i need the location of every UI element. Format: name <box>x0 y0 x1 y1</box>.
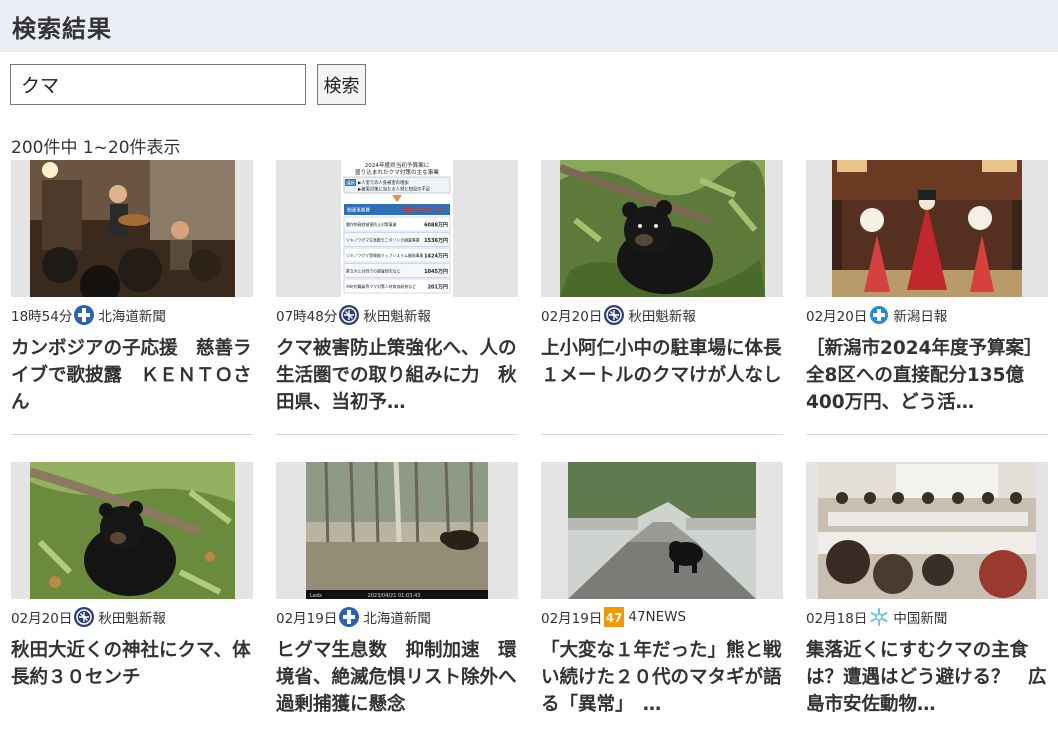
article-title[interactable]: 「大変な１年だった」熊と戦い続けた２０代のマタギが語る「異常」 … <box>541 637 783 718</box>
hokkaido-shimbun-logo-icon <box>74 305 95 325</box>
article-thumbnail[interactable] <box>11 462 253 599</box>
infographic-row-label: 農作物鳥獣被害防止対策事業 <box>346 222 397 227</box>
article-title[interactable]: 集落近くにすむクマの主食は？遭遇はどう避ける？ 広島市安佐動物… <box>806 637 1048 718</box>
article-title[interactable]: 秋田大近くの神社にクマ、体長約３０センチ <box>11 637 253 718</box>
page-header: 検索結果 <box>0 0 1058 52</box>
article-title[interactable]: 上小阿仁小中の駐車場に体長１メートルのクマけが人なし <box>541 335 783 416</box>
article-source: 新潟日報 <box>893 309 948 325</box>
akita-sakigake-logo-icon <box>339 305 360 325</box>
article-thumbnail[interactable] <box>806 462 1048 599</box>
article-source: 秋田魁新報 <box>363 309 431 325</box>
trailcam-stamp-left: Ledx <box>310 593 322 599</box>
article-time: 02月18日 <box>806 611 868 627</box>
niigata-nippo-logo-icon <box>869 305 890 325</box>
chugoku-shimbun-logo-icon <box>869 607 889 627</box>
akita-sakigake-logo-icon <box>74 607 95 627</box>
article-meta: 18時54分 北海道新聞 <box>11 305 253 325</box>
47news-logo-text: 47 <box>606 611 623 625</box>
card-divider <box>806 434 1048 435</box>
article-title[interactable]: ［新潟市2024年度予算案］全8区への直接配分135億400万円、どう活… <box>806 335 1048 416</box>
infographic-total-label: 関連事業費 <box>347 207 370 214</box>
47news-logo-icon: 47 <box>604 607 625 627</box>
page-title: 検索結果 <box>12 14 112 43</box>
article-source: 北海道新聞 <box>98 309 166 325</box>
article-title[interactable]: クマ被害防止策強化へ、人の生活圏での取り組みに力 秋田県、当初予… <box>276 335 518 416</box>
article-source: 中国新聞 <box>893 611 948 627</box>
infographic-row-label: 市町村職員等クマ対策人材育成研修など <box>346 284 416 289</box>
bear-on-road-photo <box>568 462 756 599</box>
result-card[interactable]: 02月19日 47 47NEWS 「大変な１年だった」熊と戦い続けた２０代のマタ… <box>541 462 783 718</box>
infographic-total-value: 2億1994万円 <box>401 206 441 214</box>
article-thumbnail[interactable] <box>806 160 1048 297</box>
article-time: 07時48分 <box>276 309 338 325</box>
budget-infographic: 2024年度県当初予算案に 盛り込まれたクマ対策の主な事業 課題 ▶人里での人身… <box>341 160 453 297</box>
search-input[interactable] <box>10 64 306 105</box>
card-divider <box>276 434 518 435</box>
result-card[interactable]: 18時54分 北海道新聞 カンボジアの子応援 慈善ライブで歌披露 ＫＥＮＴＯさん <box>11 160 253 435</box>
article-time: 02月19日 <box>541 611 603 627</box>
card-divider <box>11 434 253 435</box>
infographic-heading-1: 2024年度県当初予算案に <box>365 161 430 169</box>
article-time: 02月20日 <box>11 611 73 627</box>
infographic-row-value: 1045万円 <box>424 268 448 275</box>
infographic-issue-2: ▶被害対策に当たる人材と知見の不足 <box>358 186 431 193</box>
result-card[interactable]: 02月18日 中国新聞 集落近くにすむクマの主食は？遭遇はどう避ける？ 広島市安… <box>806 462 1048 718</box>
infographic-rows: 農作物鳥獣被害防止対策事業 6088万円ツキノワグマ生息数モニタリング調査事業 15… <box>343 216 451 294</box>
result-card[interactable]: 02月20日 秋田魁新報 上小阿仁小中の駐車場に体長１メートルのクマけが人なし <box>541 160 783 435</box>
bear-cub-photo <box>29 462 235 599</box>
trailcam-stamp-time: 2023/04/21 01:03:43 <box>368 593 421 599</box>
article-time: 18時54分 <box>11 309 73 325</box>
article-thumbnail[interactable] <box>541 462 783 599</box>
result-count: 200件中 1~20件表示 <box>11 138 181 158</box>
article-time: 02月19日 <box>276 611 338 627</box>
article-title[interactable]: ヒグマ生息数 抑制加速 環境省、絶滅危惧リスト除外へ 過剰捕獲に懸念 <box>276 637 518 718</box>
article-source: 北海道新聞 <box>363 611 431 627</box>
article-thumbnail[interactable] <box>11 160 253 297</box>
meeting-room-photo <box>818 462 1036 599</box>
infographic-tag: 課題 <box>346 180 355 187</box>
article-time: 02月20日 <box>806 309 868 325</box>
infographic-heading-2: 盛り込まれたクマ対策の主な事業 <box>355 168 439 176</box>
search-button[interactable]: 検索 <box>317 64 366 105</box>
hokkaido-shimbun-logo-icon <box>339 607 360 627</box>
article-meta: 02月20日 新潟日報 <box>806 305 1048 325</box>
search-bar: 検索 <box>10 64 366 105</box>
infographic-issue-1: ▶人里での人身被害の増加 <box>358 179 409 186</box>
article-thumbnail[interactable]: 2024年度県当初予算案に 盛り込まれたクマ対策の主な事業 課題 ▶人里での人身… <box>276 160 518 297</box>
article-meta: 02月19日 47 47NEWS <box>541 607 783 627</box>
trail-camera-photo: Ledx 2023/04/21 01:03:43 <box>306 462 488 599</box>
article-time: 02月20日 <box>541 309 603 325</box>
akita-sakigake-logo-icon <box>604 305 625 325</box>
infographic-row-value: 1424万円 <box>424 253 448 260</box>
article-meta: 07時48分 秋田魁新報 <box>276 305 518 325</box>
article-source: 47NEWS <box>628 609 687 625</box>
infographic-row-label: 県立大と共同での調査研究など <box>346 269 401 274</box>
article-source: 秋田魁新報 <box>628 309 696 325</box>
result-card[interactable]: 2024年度県当初予算案に 盛り込まれたクマ対策の主な事業 課題 ▶人里での人身… <box>276 160 518 435</box>
infographic-row-value: 201万円 <box>428 284 448 291</box>
card-divider <box>541 434 783 435</box>
kabuki-stage-photo <box>832 160 1022 297</box>
article-title[interactable]: カンボジアの子応援 慈善ライブで歌披露 ＫＥＮＴＯさん <box>11 335 253 416</box>
article-meta: 02月18日 中国新聞 <box>806 607 1048 627</box>
infographic-row-label: ツキノワグマ等情報マップシステム開発事業 <box>346 253 424 258</box>
infographic-row-value: 6088万円 <box>424 222 448 229</box>
article-meta: 02月19日 北海道新聞 <box>276 607 518 627</box>
result-card[interactable]: 02月20日 新潟日報 ［新潟市2024年度予算案］全8区への直接配分135億4… <box>806 160 1048 435</box>
article-meta: 02月20日 秋田魁新報 <box>541 305 783 325</box>
result-card[interactable]: 02月20日 秋田魁新報 秋田大近くの神社にクマ、体長約３０センチ <box>11 462 253 718</box>
concert-photo <box>29 160 235 297</box>
infographic-row-value: 1536万円 <box>424 237 448 244</box>
article-meta: 02月20日 秋田魁新報 <box>11 607 253 627</box>
article-source: 秋田魁新報 <box>98 611 166 627</box>
infographic-row-label: ツキノワグマ生息数モニタリング調査事業 <box>346 238 420 243</box>
result-card[interactable]: Ledx 2023/04/21 01:03:43 02月19日 北海道新聞 ヒグ… <box>276 462 518 718</box>
article-thumbnail[interactable] <box>541 160 783 297</box>
article-thumbnail[interactable]: Ledx 2023/04/21 01:03:43 <box>276 462 518 599</box>
bear-photo <box>559 160 765 297</box>
